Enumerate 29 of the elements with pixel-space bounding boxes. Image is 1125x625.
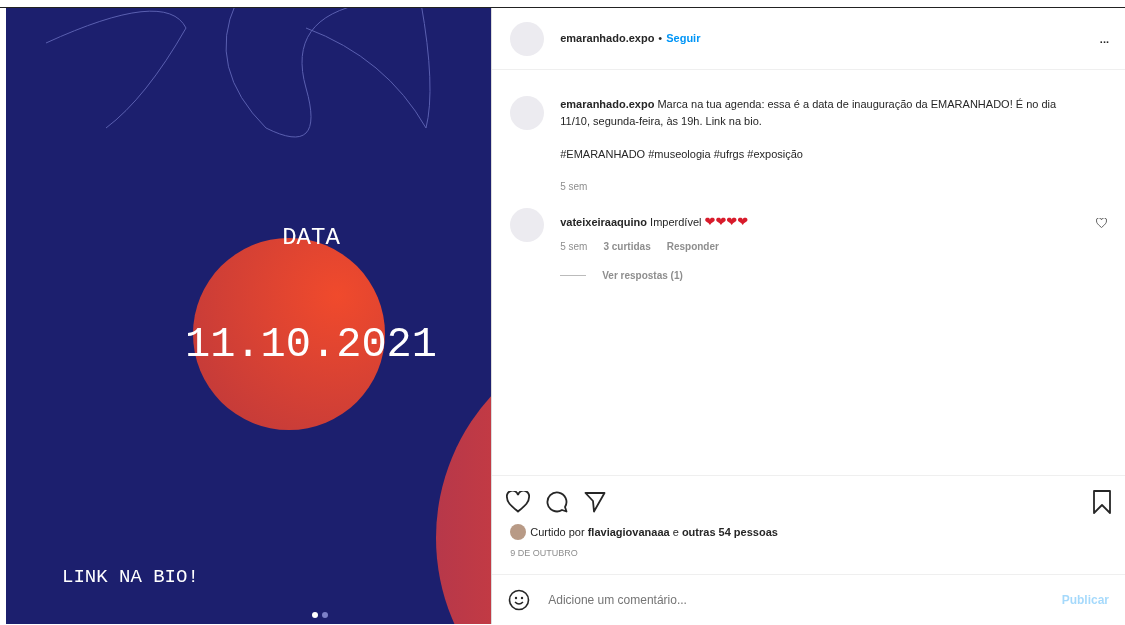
liker-avatar[interactable] (510, 524, 527, 541)
carousel-dot[interactable] (322, 612, 328, 618)
comment-button[interactable] (546, 491, 569, 513)
reply-button[interactable]: Responder (666, 239, 719, 254)
comment-likes-button[interactable]: 3 curtidas (603, 239, 651, 254)
post-date: 9 DE OUTUBRO (509, 546, 579, 560)
more-options-button[interactable]: ... (1099, 32, 1109, 45)
separator-dot: • (658, 31, 663, 47)
likes-text: Curtido por flaviagiovanaaa e outras 54 pessoas (530, 525, 778, 540)
paper-plane-icon (584, 491, 607, 513)
caption-text: emaranhado.expo Marca na tua agenda: essa é a data de inauguração da EMARANHADO! É no dia 11/10, segunda-feira, às 19h. Link na bio. (560, 97, 1058, 129)
slide-footer-text: LINK NA BIO! (62, 565, 199, 590)
follow-link[interactable]: Seguir (666, 30, 701, 47)
save-button[interactable] (1093, 490, 1111, 514)
heart-icon (506, 491, 531, 513)
hashtags-text: #EMARANHADO #museologia #ufrgs #exposição (560, 147, 804, 162)
comment-input[interactable]: Adicione um comentário... (546, 589, 1046, 610)
comment-text: vateixeiraaquino Imperdível ❤❤❤❤ (560, 212, 750, 231)
heart-icon (1096, 217, 1107, 228)
speech-bubble-icon (546, 491, 569, 513)
carousel-dot[interactable] (312, 612, 318, 618)
comment-time: 5 sem (560, 240, 588, 254)
view-replies-button[interactable]: Ver respostas (1) (560, 270, 683, 281)
comment-like-button[interactable] (1096, 217, 1107, 228)
bookmark-icon (1093, 490, 1111, 514)
username-link[interactable]: emaranhado.expo (560, 30, 655, 47)
emoji-smiley-icon[interactable] (508, 588, 531, 611)
post-time: 5 sem (560, 179, 589, 194)
like-button[interactable] (506, 491, 531, 513)
